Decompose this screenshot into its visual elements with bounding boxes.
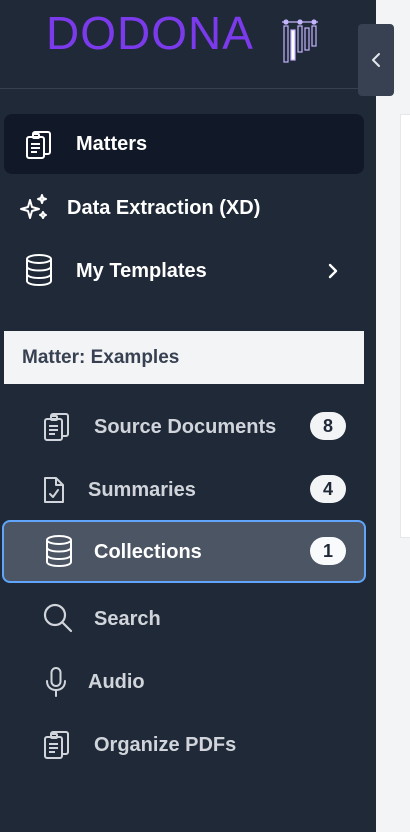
- sidebar-collapse-button[interactable]: [358, 24, 394, 96]
- logo-divider: [0, 88, 376, 89]
- nav-item-audio[interactable]: Audio: [4, 653, 364, 711]
- nav-item-my-templates[interactable]: My Templates: [4, 241, 364, 301]
- count-badge: 8: [310, 412, 346, 440]
- nav-label-search: Search: [94, 608, 161, 630]
- logo-bars-icon: [282, 19, 318, 63]
- nav-label-matters: Matters: [76, 133, 148, 155]
- nav-item-source-documents[interactable]: Source Documents 8: [4, 398, 364, 456]
- count-badge: 1: [310, 537, 346, 565]
- nav-item-matters[interactable]: Matters: [4, 114, 364, 174]
- clipboard-icon: [42, 410, 72, 442]
- clipboard-icon: [42, 728, 72, 760]
- database-icon: [24, 253, 54, 287]
- nav-item-organize-pdfs[interactable]: Organize PDFs: [4, 716, 364, 774]
- nav-label-organize-pdfs: Organize PDFs: [94, 734, 237, 756]
- nav-item-search[interactable]: Search: [4, 590, 364, 648]
- sparkles-icon: [18, 192, 50, 224]
- matter-section-header: Matter: Examples: [4, 331, 364, 384]
- logo-text: DODONA: [46, 7, 254, 59]
- nav-item-summaries[interactable]: Summaries 4: [4, 461, 364, 519]
- nav-label-collections: Collections: [94, 541, 202, 563]
- document-check-icon: [42, 475, 66, 505]
- nav-label-data-extraction: Data Extraction (XD): [67, 197, 261, 219]
- nav-label-my-templates: My Templates: [76, 260, 207, 282]
- clipboard-icon: [24, 128, 54, 160]
- search-icon: [42, 602, 74, 634]
- microphone-icon: [44, 666, 68, 698]
- chevron-right-icon: [326, 262, 340, 280]
- nav-label-summaries: Summaries: [88, 479, 196, 501]
- count-badge: 4: [310, 475, 346, 503]
- logo: DODONA: [0, 0, 376, 88]
- sidebar: DODONA Matters Data Extraction (XD) My T…: [0, 0, 376, 832]
- database-icon: [44, 534, 74, 568]
- nav-item-data-extraction[interactable]: Data Extraction (XD): [4, 178, 364, 238]
- nav-label-audio: Audio: [88, 671, 145, 693]
- chevron-left-icon: [369, 50, 383, 70]
- nav-label-source-documents: Source Documents: [94, 416, 277, 438]
- nav-item-collections[interactable]: Collections 1: [2, 520, 366, 583]
- content-card: [400, 114, 410, 538]
